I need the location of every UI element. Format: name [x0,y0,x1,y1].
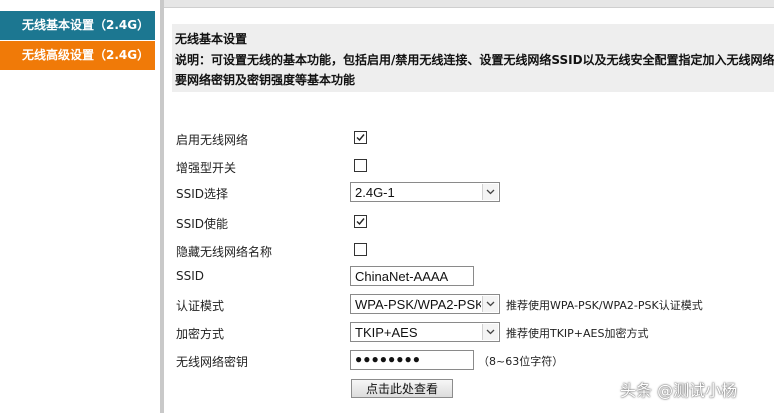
show-key-button[interactable]: 点击此处查看 [351,379,453,398]
sidebar-item-wireless-basic-2g[interactable]: 无线基本设置（2.4G） [0,11,155,40]
row-encryption: 加密方式 TKIP+AES 推荐使用TKIP+AES加密方式 [176,322,774,344]
encryption-label: 加密方式 [176,327,225,341]
ssid-select-value: 2.4G-1 [355,185,395,200]
checkmark-icon [356,218,365,226]
ssid-enable-checkbox[interactable] [354,215,367,228]
sidebar-item-wireless-advanced-2g[interactable]: 无线高级设置（2.4G） [0,41,155,70]
sidebar: 无线基本设置（2.4G） 无线高级设置（2.4G） [0,0,160,413]
encryption-dropdown[interactable]: TKIP+AES [350,322,500,342]
row-ssid: SSID ChinaNet-AAAA [176,266,774,288]
row-hide-ssid: 隐藏无线网络名称 [176,240,774,262]
row-ssid-select: SSID选择 2.4G-1 [176,182,774,204]
encryption-hint: 推荐使用TKIP+AES加密方式 [506,327,649,340]
auth-mode-hint: 推荐使用WPA-PSK/WPA2-PSK认证模式 [506,299,703,312]
wireless-key-hint: （8~63位字符） [478,355,564,368]
info-box: 无线基本设置 说明：可设置无线的基本功能，包括启用/禁用无线连接、设置无线网络S… [172,24,774,92]
checkmark-icon [356,134,365,142]
top-bar [164,0,774,8]
section-title: 无线基本设置 [175,32,248,46]
encryption-value: TKIP+AES [355,325,418,340]
hide-ssid-checkbox[interactable] [354,243,367,256]
chevron-down-icon[interactable] [482,324,498,340]
enhanced-switch-label: 增强型开关 [176,161,237,175]
row-auth-mode: 认证模式 WPA-PSK/WPA2-PSK 推荐使用WPA-PSK/WPA2-P… [176,294,774,316]
enable-wireless-label: 启用无线网络 [176,133,249,147]
ssid-enable-label: SSID使能 [176,217,229,231]
ssid-label: SSID [176,269,205,283]
enhanced-switch-checkbox[interactable] [354,159,367,172]
ssid-value: ChinaNet-AAAA [355,269,449,284]
chevron-down-icon[interactable] [482,184,498,200]
main-content: 无线基本设置 说明：可设置无线的基本功能，包括启用/禁用无线连接、设置无线网络S… [164,8,774,413]
ssid-input[interactable]: ChinaNet-AAAA [350,266,474,286]
ssid-select-dropdown[interactable]: 2.4G-1 [350,182,500,202]
watermark: 头条 @测试小杨 [620,381,738,400]
section-description: 说明：可设置无线的基本功能，包括启用/禁用无线连接、设置无线网络SSID以及无线… [175,53,774,87]
wireless-key-input[interactable]: ●●●●●●●● [350,350,474,370]
wireless-key-value: ●●●●●●●● [355,352,421,366]
auth-mode-dropdown[interactable]: WPA-PSK/WPA2-PSK [350,294,500,314]
row-enable-wireless: 启用无线网络 [176,128,774,150]
row-enhanced-switch: 增强型开关 [176,156,774,178]
row-wireless-key: 无线网络密钥 ●●●●●●●● （8~63位字符） [176,350,774,372]
chevron-down-icon[interactable] [482,296,498,312]
enable-wireless-checkbox[interactable] [354,131,367,144]
ssid-select-label: SSID选择 [176,187,229,201]
auth-mode-value: WPA-PSK/WPA2-PSK [355,297,481,312]
hide-ssid-label: 隐藏无线网络名称 [176,245,273,259]
auth-mode-label: 认证模式 [176,299,225,313]
row-ssid-enable: SSID使能 [176,212,774,234]
wireless-key-label: 无线网络密钥 [176,355,249,369]
